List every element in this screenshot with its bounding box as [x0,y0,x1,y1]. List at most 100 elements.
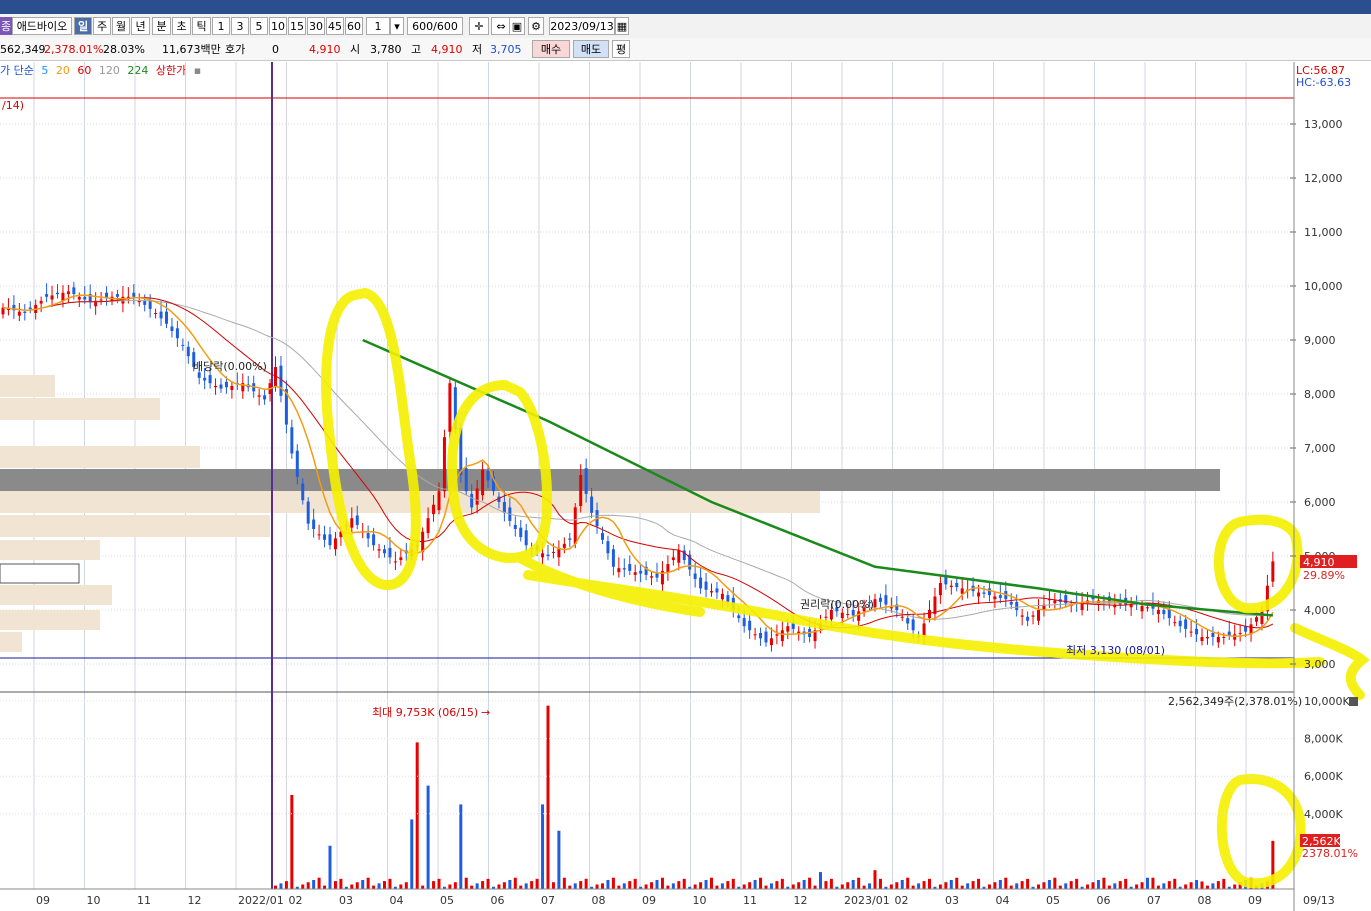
candle-body [650,576,654,578]
candle-body [77,296,81,300]
candle-body [66,291,70,295]
volume-bar [699,882,703,889]
candle-body [884,595,888,605]
volume-bar [1015,883,1019,889]
date-tick-label: 12 [188,894,202,907]
candle-body [175,328,179,339]
volume-panel-toggle-icon[interactable] [1349,697,1358,706]
candle-body [933,596,937,615]
candle-body [115,294,119,297]
price-tick-label: 12,000 [1304,172,1343,185]
candle-body [1244,626,1248,632]
volume-bar [1118,881,1122,889]
volume-bar [1124,878,1128,889]
volume-bar [993,882,997,889]
volume-bar [1009,885,1013,889]
candle-body [388,547,392,558]
volume-bar [497,884,501,889]
resistance-band [0,469,1220,491]
candle-body [786,626,790,632]
volume-bar [508,879,512,889]
volume-bar [601,883,604,889]
ex-dividend-label: 배당락(0.00%) [193,360,267,373]
volume-bar [502,882,506,889]
volume-bar [1042,882,1046,889]
candle-body [290,427,294,454]
candle-body [938,583,942,596]
volume-bar [426,785,430,889]
candle-body [1255,617,1258,622]
fraction-label: /14) [2,99,24,112]
date-tick-label: 07 [1147,894,1161,907]
volume-tick-label: 8,000K [1304,733,1343,746]
date-tick-label: 09 [36,894,50,907]
candle-body [186,346,190,357]
volume-bar [464,877,468,889]
volume-bar [535,878,539,889]
volume-bar [584,878,588,889]
candle-body [181,344,185,346]
volume-bar [546,705,550,889]
volume-bar [1096,879,1100,889]
volume-bar [339,878,343,889]
date-tick-label: 02 [289,894,303,907]
volume-bar [453,882,457,889]
price-tag: 4,910 [1303,556,1335,569]
candle-body [606,541,610,554]
volume-pct: 2378.01% [1302,847,1358,860]
volume-bar [791,884,795,889]
volume-bar [628,881,632,889]
volume-bar [813,885,817,889]
candle-body [399,557,403,561]
candle-body [1200,637,1204,642]
volume-bar [900,879,904,889]
volume-bar [475,883,479,889]
volume-bar [846,882,850,889]
volume-bar [410,819,414,889]
volume-bar [710,877,713,889]
volume-bar [660,877,664,889]
candle-body [1162,610,1166,615]
candle-body [737,615,741,619]
volume-bar [759,877,763,889]
volume-tick-label: 6,000K [1304,770,1343,783]
volume-bar [1086,884,1090,889]
volume-bar [851,879,855,889]
volume-bar [274,885,277,889]
volume-bar [726,881,730,889]
price-chart[interactable]: 3,0004,0005,0006,0007,0008,0009,00010,00… [0,0,1371,911]
volume-bar [769,883,773,889]
candle-body [56,292,59,295]
price-pct: 29.89% [1303,569,1345,582]
volume-bar [829,878,833,889]
volume-bar [622,883,626,889]
candle-body [333,538,337,550]
candle-body [519,527,523,538]
candle-body [263,395,267,400]
candle-body [1026,616,1030,621]
volume-bar [677,881,681,889]
volume-bar [432,881,436,889]
volume-bar [955,877,959,889]
volume-bar [666,885,670,889]
candle-body [306,501,310,524]
hc-label: HC:-63.63 [1296,76,1351,89]
candle-body [704,581,708,590]
candle-body [1,307,5,315]
candle-body [464,468,468,492]
volume-bar [1233,884,1237,889]
volume-bar [922,881,926,889]
volume-bar [388,878,392,889]
candle-body [622,568,626,570]
volume-bar [928,878,931,889]
candle-body [617,568,621,573]
volume-bar [895,882,899,889]
price-tick-label: 9,000 [1304,334,1336,347]
candle-body [355,515,359,525]
volume-bar [862,885,866,889]
volume-bar [938,884,942,889]
candle-body [911,619,915,631]
volume-bar [573,883,577,889]
candle-body [393,561,397,563]
candle-body [1020,615,1024,617]
